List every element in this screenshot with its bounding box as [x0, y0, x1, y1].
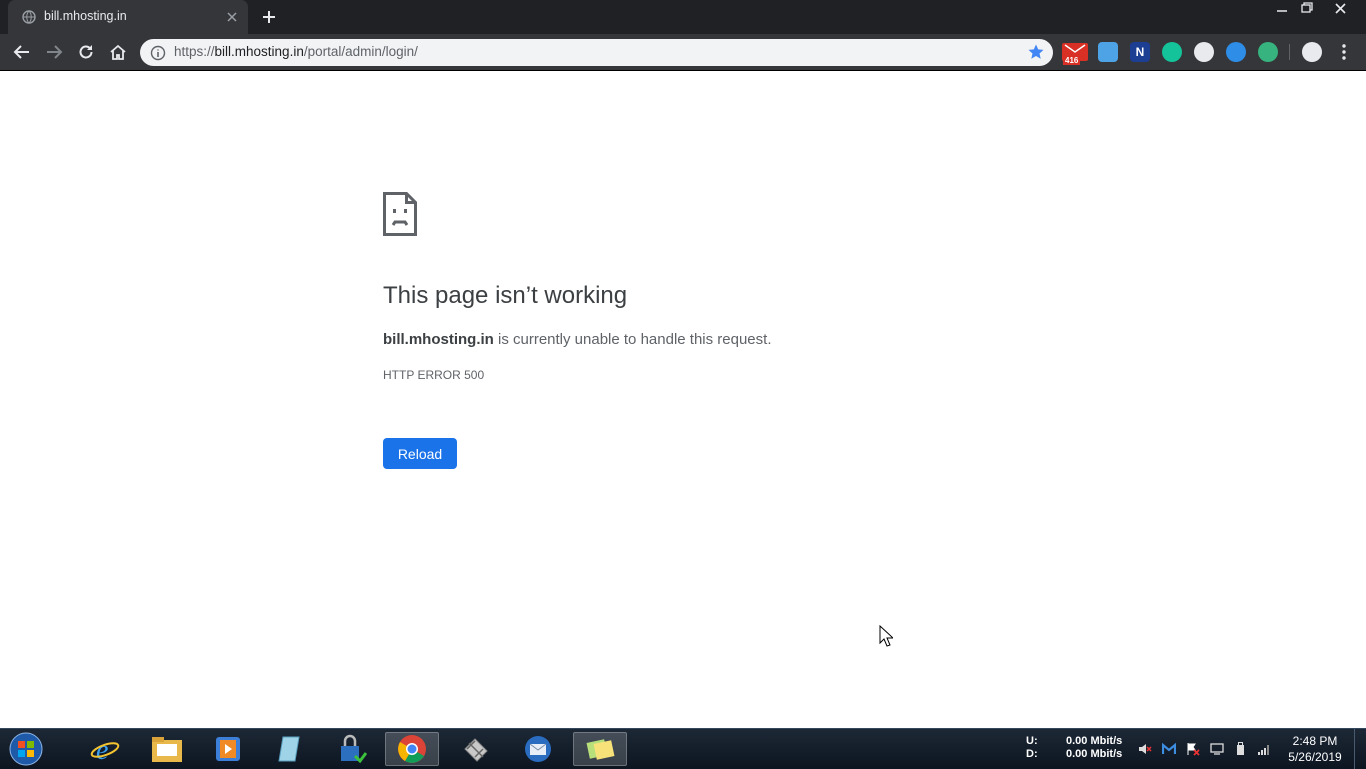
windows-taskbar: e U: 0.00 Mbit/s D: 0.00 Mbit/s 2:48 PM 5/… [0, 728, 1366, 769]
chrome-icon [398, 735, 426, 763]
profile-avatar[interactable] [1302, 42, 1322, 62]
mail-extension-icon[interactable]: 416 [1062, 43, 1088, 65]
sad-page-icon [383, 192, 417, 236]
error-code: HTTP ERROR 500 [383, 368, 485, 382]
error-heading: This page isn’t working [383, 282, 628, 309]
system-clock[interactable]: 2:48 PM 5/26/2019 [1280, 733, 1350, 765]
folder-icon [152, 737, 182, 762]
tab-close-icon[interactable] [224, 9, 240, 25]
clock-date: 5/26/2019 [1288, 750, 1342, 764]
window-close-icon[interactable] [1326, 0, 1354, 18]
notion-extension-icon[interactable]: N [1130, 42, 1150, 62]
usb-device-icon[interactable] [1233, 742, 1247, 756]
internet-explorer-icon: e [90, 735, 120, 764]
url-text[interactable]: https://bill.mhosting.in/portal/admin/lo… [174, 44, 418, 59]
malwarebytes-icon[interactable] [1162, 742, 1176, 756]
download-value: 0.00 Mbit/s [1066, 748, 1123, 760]
network-tool-icon [464, 738, 488, 762]
download-label: D: [1026, 748, 1038, 760]
arrow-right-icon [47, 45, 63, 59]
taskbar-file-explorer[interactable] [140, 732, 194, 766]
forward-button[interactable] [40, 38, 68, 66]
taskbar-thunderbird[interactable] [511, 732, 565, 766]
home-button[interactable] [104, 38, 132, 66]
browser-tab[interactable]: bill.mhosting.in [8, 0, 248, 34]
kebab-menu-icon[interactable] [1334, 42, 1354, 62]
taskbar-sticky-notes[interactable] [573, 732, 627, 766]
hangouts-extension-icon[interactable] [1258, 42, 1278, 62]
show-desktop-button[interactable] [1354, 729, 1366, 769]
mail-count-badge: 416 [1063, 56, 1081, 65]
windows-start-icon[interactable] [6, 731, 46, 767]
toolbar-divider [1289, 44, 1290, 60]
skype-extension-icon[interactable] [1226, 42, 1246, 62]
sticky-notes-icon [586, 739, 615, 760]
taskbar-notes[interactable] [263, 732, 317, 766]
upload-label: U: [1026, 735, 1038, 747]
reload-button[interactable]: Reload [383, 438, 457, 469]
notepad-icon [278, 736, 300, 762]
signal-strength-icon[interactable] [1257, 742, 1271, 756]
chat-extension-icon[interactable] [1194, 42, 1214, 62]
new-tab-icon[interactable] [257, 5, 281, 29]
bookmark-star-icon[interactable] [1027, 43, 1045, 61]
reload-toolbar-button[interactable] [72, 38, 100, 66]
messenger-extension-icon[interactable] [1098, 42, 1118, 62]
url-path: /portal/admin/login/ [303, 44, 418, 59]
error-message: is currently unable to handle this reque… [493, 331, 772, 348]
back-button[interactable] [8, 38, 36, 66]
lock-icon [341, 734, 367, 764]
taskbar-security-app[interactable] [325, 732, 379, 766]
thunderbird-icon [525, 736, 551, 762]
grammarly-extension-icon[interactable] [1162, 42, 1182, 62]
address-bar[interactable]: https://bill.mhosting.in/portal/admin/lo… [140, 39, 1053, 66]
tab-title: bill.mhosting.in [44, 9, 127, 23]
svg-text:e: e [96, 735, 108, 764]
globe-icon [22, 10, 36, 24]
upload-value: 0.00 Mbit/s [1066, 735, 1123, 747]
error-page: This page isn’t working bill.mhosting.in… [0, 71, 1366, 728]
info-icon[interactable] [150, 45, 166, 61]
taskbar-chrome[interactable] [385, 732, 439, 766]
taskbar-network-tool[interactable] [449, 732, 503, 766]
restore-icon[interactable] [1292, 0, 1320, 18]
error-description: bill.mhosting.in is currently unable to … [383, 331, 772, 348]
network-speed-meter: U: 0.00 Mbit/s D: 0.00 Mbit/s [1026, 735, 1122, 761]
home-icon [110, 44, 126, 60]
arrow-left-icon [13, 45, 29, 59]
taskbar-internet-explorer[interactable]: e [78, 732, 132, 766]
taskbar-media-player[interactable] [201, 732, 255, 766]
envelope-icon [1064, 44, 1086, 53]
reload-icon [79, 45, 93, 59]
url-host: bill.mhosting.in [214, 44, 304, 59]
display-icon[interactable] [1210, 742, 1224, 756]
volume-muted-icon[interactable] [1138, 742, 1152, 756]
clock-time: 2:48 PM [1292, 734, 1338, 748]
browser-toolbar: https://bill.mhosting.in/portal/admin/lo… [0, 34, 1366, 71]
mouse-cursor-icon [879, 625, 893, 647]
browser-titlebar: bill.mhosting.in [0, 0, 1366, 34]
error-host: bill.mhosting.in [383, 331, 494, 348]
action-center-flag-icon[interactable] [1186, 742, 1200, 756]
media-player-icon [216, 737, 240, 761]
url-scheme: https:// [174, 44, 215, 59]
